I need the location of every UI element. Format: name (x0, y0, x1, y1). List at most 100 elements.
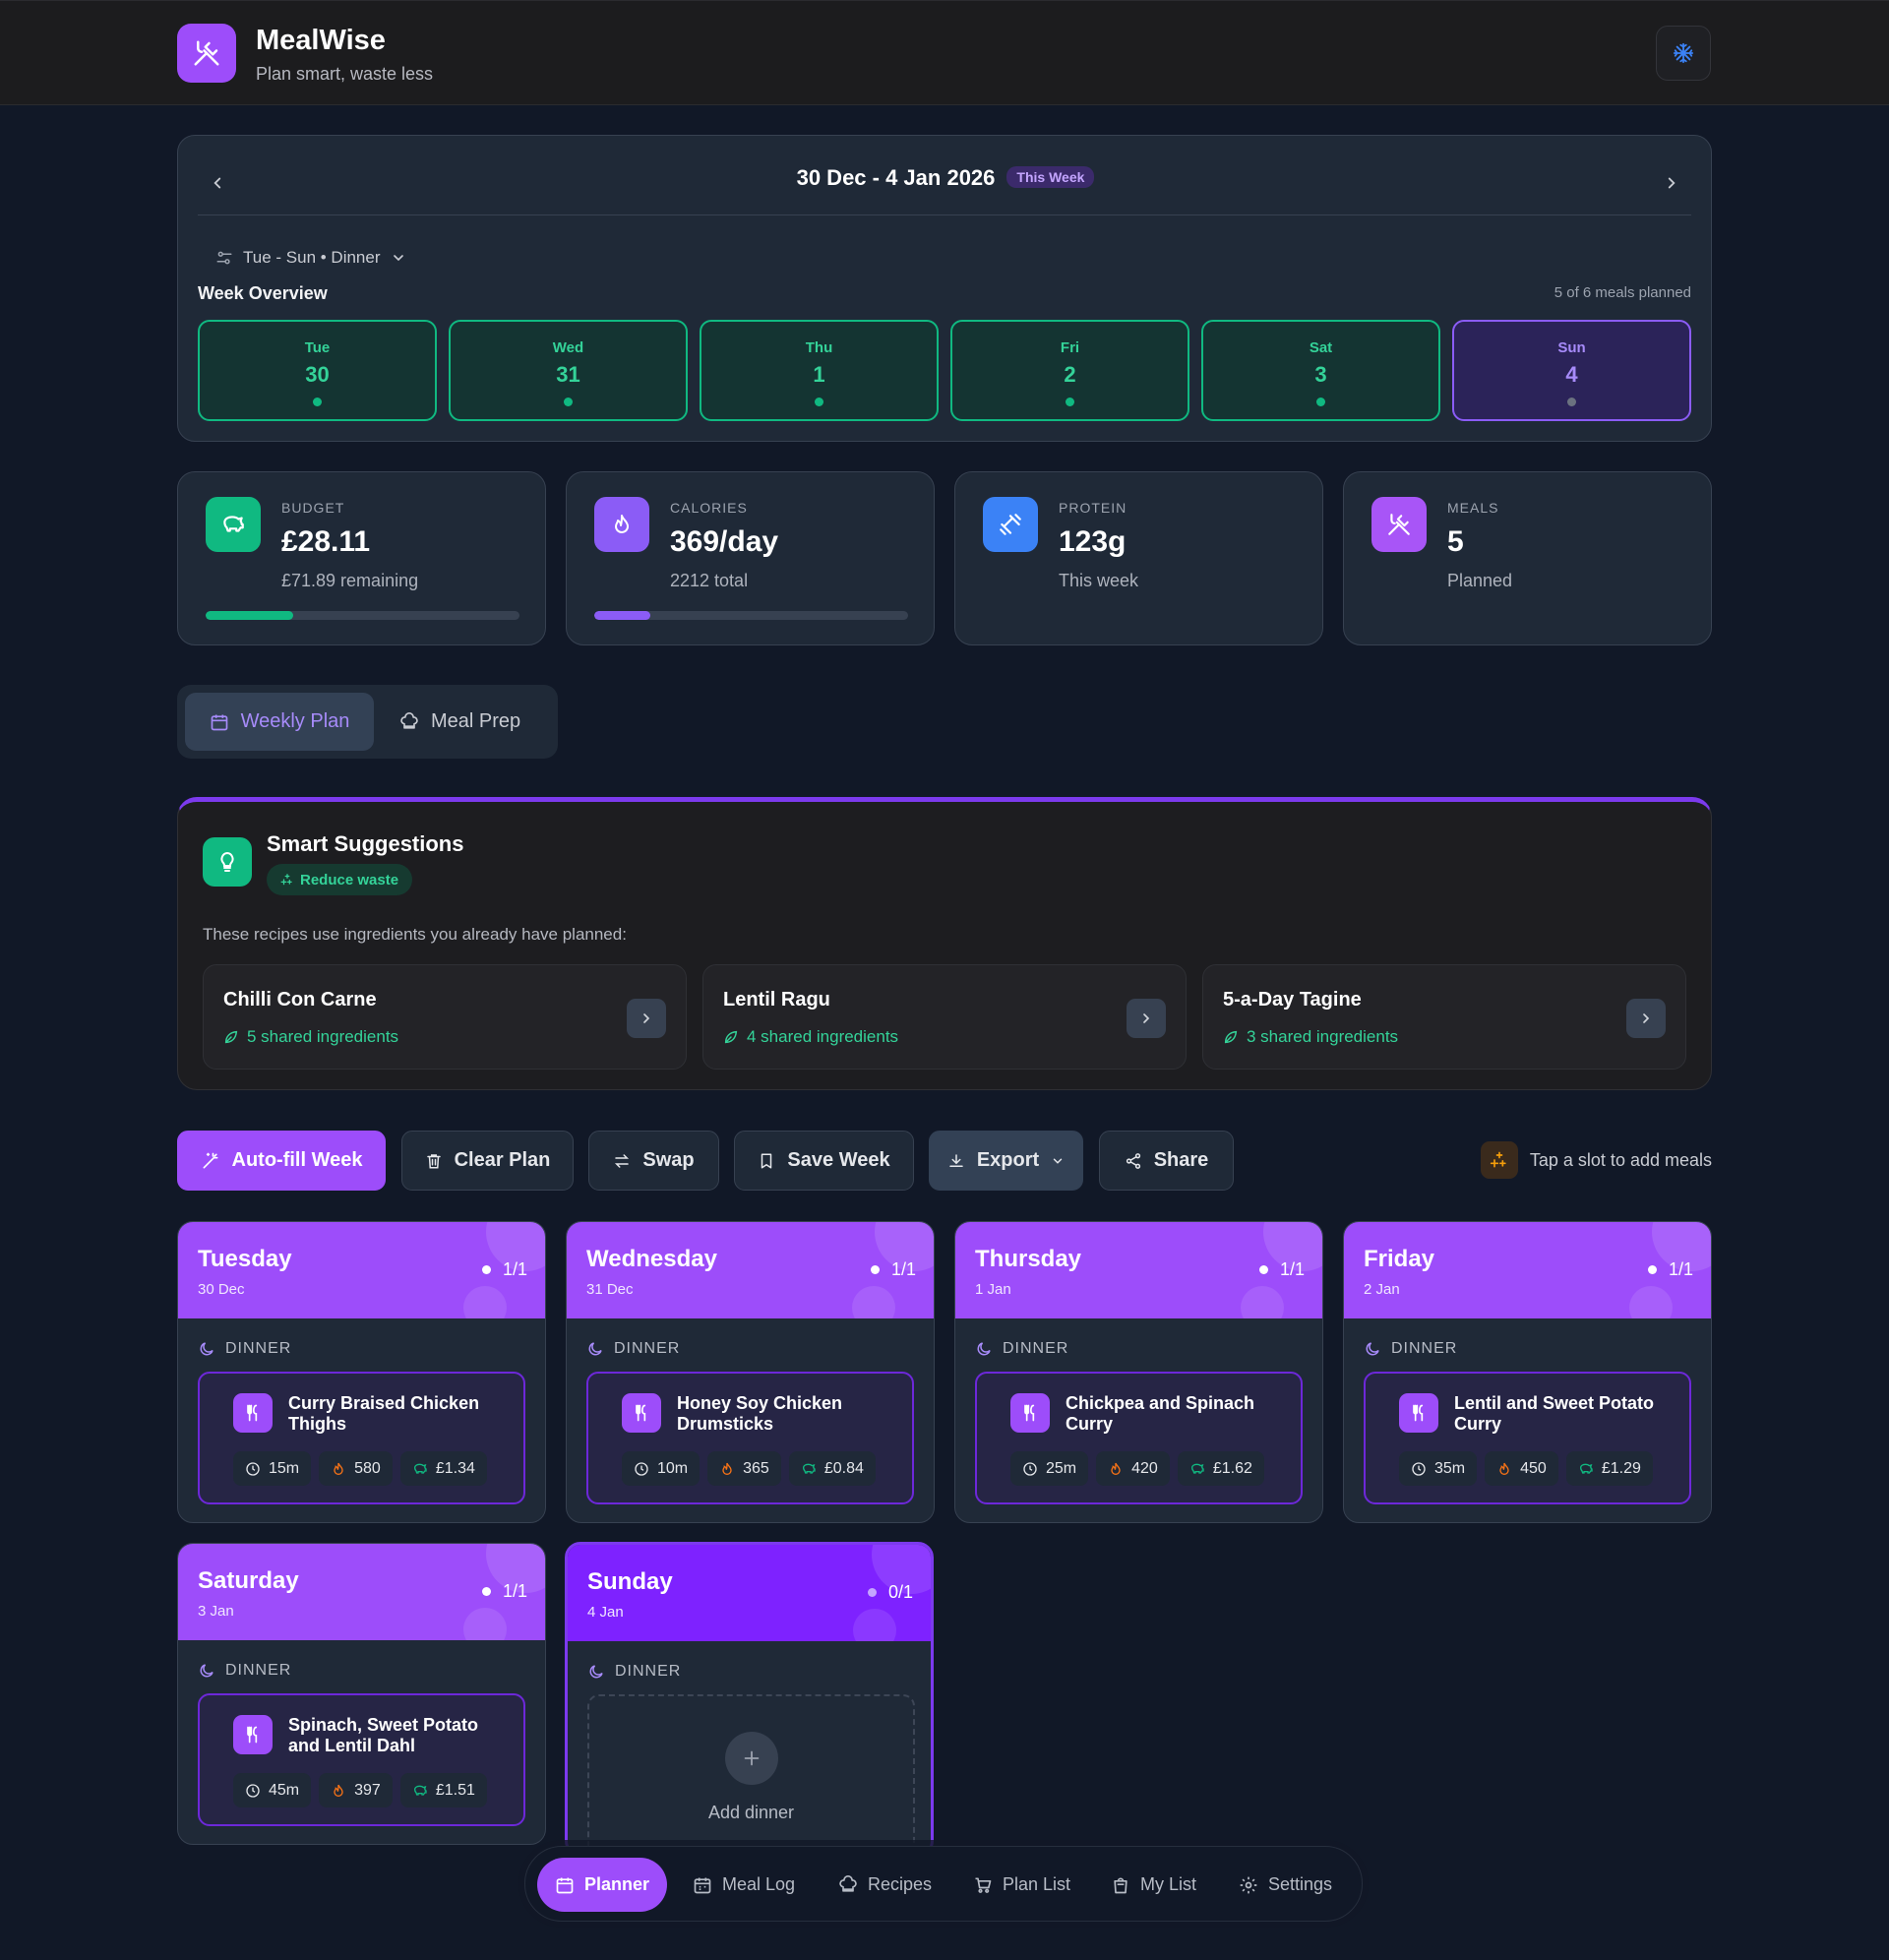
piggy-bank-icon (412, 1783, 428, 1799)
meal-card[interactable]: Spinach, Sweet Potato and Lentil Dahl 45… (198, 1693, 525, 1826)
suggestion-card[interactable]: 5-a-Day Tagine 3 shared ingredients (1202, 964, 1686, 1070)
piggy-bank-icon (1578, 1461, 1594, 1477)
nav-recipes[interactable]: Recipes (838, 1858, 932, 1912)
bookmark-icon (758, 1152, 775, 1170)
leaf-icon (723, 1029, 739, 1045)
cost-chip: £1.62 (1177, 1451, 1264, 1486)
meal-card[interactable]: Honey Soy Chicken Drumsticks 10m 365 £0.… (586, 1372, 914, 1504)
piggy-bank-icon (412, 1461, 428, 1477)
calendar-icon (210, 712, 229, 732)
stat-sub: £71.89 remaining (281, 571, 419, 590)
download-icon (947, 1152, 965, 1170)
day-meal-filter[interactable]: Tue - Sun • Dinner (215, 248, 406, 268)
next-week-button[interactable] (1656, 167, 1687, 199)
hint-text: Tap a slot to add meals (1480, 1141, 1712, 1179)
day-pill-sat[interactable]: Sat 3 (1201, 320, 1440, 421)
chevron-right-icon (1663, 174, 1680, 192)
plus-icon (724, 1732, 778, 1785)
meal-title: Chickpea and Spinach Curry (1066, 1393, 1255, 1434)
meal-card[interactable]: Chickpea and Spinach Curry 25m 420 £1.62 (975, 1372, 1303, 1504)
week-range: 30 Dec - 4 Jan 2026 (796, 165, 996, 190)
meal-title: Lentil and Sweet Potato Curry (1454, 1393, 1655, 1434)
open-recipe-button[interactable] (627, 999, 666, 1038)
day-pill-fri[interactable]: Fri 2 (950, 320, 1189, 421)
flame-icon (1108, 1461, 1124, 1477)
suggestion-card[interactable]: Lentil Ragu 4 shared ingredients (702, 964, 1187, 1070)
swap-button[interactable]: Swap (588, 1131, 719, 1191)
piggy-bank-icon (206, 497, 261, 552)
recipe-name: Lentil Ragu (723, 989, 830, 1011)
meal-slot-label: DINNER (586, 1340, 680, 1358)
day-pill-wed[interactable]: Wed 31 (449, 320, 688, 421)
day-name: Tue (304, 339, 331, 356)
day-card-header: Friday 2 Jan 1/1 (1344, 1222, 1711, 1318)
flame-icon (719, 1461, 735, 1477)
button-label: Clear Plan (454, 1149, 551, 1171)
button-label: Swap (642, 1149, 695, 1171)
dumbbell-icon (983, 497, 1038, 552)
day-date: 4 Jan (587, 1604, 624, 1621)
theme-toggle-button[interactable] (1656, 26, 1711, 81)
day-pill-tue[interactable]: Tue 30 (198, 320, 437, 421)
app-header: MealWise Plan smart, waste less (0, 0, 1889, 105)
chef-hat-icon (399, 711, 419, 732)
week-overview-label: Week Overview (198, 283, 328, 303)
day-date: 30 (305, 362, 330, 387)
open-recipe-button[interactable] (1626, 999, 1666, 1038)
status-dot (564, 398, 573, 406)
day-name: Tuesday (198, 1246, 292, 1272)
nav-planner[interactable]: Planner (537, 1858, 667, 1912)
share-button[interactable]: Share (1099, 1131, 1234, 1191)
suggestion-card[interactable]: Chilli Con Carne 5 shared ingredients (203, 964, 687, 1070)
nav-plan-list[interactable]: Plan List (973, 1858, 1070, 1912)
day-card-friday: Friday 2 Jan 1/1 DINNER Lentil and Sweet… (1343, 1221, 1712, 1523)
nav-my-list[interactable]: My List (1111, 1858, 1196, 1912)
clear-plan-button[interactable]: Clear Plan (401, 1131, 574, 1191)
day-progress: 1/1 (1647, 1259, 1693, 1280)
tab-meal-prep[interactable]: Meal Prep (399, 693, 547, 751)
calories-chip: 420 (1096, 1451, 1170, 1486)
budget-card: BUDGET £28.11 £71.89 remaining (177, 471, 546, 645)
add-dinner-slot[interactable]: Add dinner (587, 1694, 915, 1854)
stat-sub: This week (1059, 571, 1139, 590)
day-pill-sun[interactable]: Sun 4 (1452, 320, 1691, 421)
progress-dot (1258, 1265, 1268, 1274)
smart-suggestions-panel: Smart Suggestions Reduce waste These rec… (177, 797, 1712, 1090)
nav-settings[interactable]: Settings (1239, 1858, 1332, 1912)
day-progress: 1/1 (481, 1581, 527, 1602)
day-card-sunday: Sunday 4 Jan 0/1 DINNER Add dinner (565, 1542, 934, 1857)
flame-icon (331, 1461, 346, 1477)
day-name: Sunday (587, 1568, 673, 1595)
calories-chip: 450 (1485, 1451, 1558, 1486)
badge-label: Reduce waste (300, 871, 399, 888)
progress-dot (870, 1265, 880, 1274)
day-name: Sat (1309, 339, 1333, 356)
stat-value: £28.11 (281, 525, 371, 558)
prep-time-chip: 45m (233, 1773, 312, 1807)
open-recipe-button[interactable] (1127, 999, 1166, 1038)
tab-weekly-plan[interactable]: Weekly Plan (185, 693, 374, 751)
meal-card[interactable]: Lentil and Sweet Potato Curry 35m 450 £1… (1364, 1372, 1691, 1504)
export-dropdown[interactable]: Export (929, 1131, 1083, 1191)
day-card-tuesday: Tuesday 30 Dec 1/1 DINNER Curry Braised … (177, 1221, 546, 1523)
reduce-waste-badge: Reduce waste (267, 864, 413, 895)
clock-icon (634, 1461, 649, 1477)
status-dot (313, 398, 322, 406)
nav-meal-log[interactable]: Meal Log (693, 1858, 795, 1912)
this-week-badge: This Week (1006, 166, 1095, 188)
day-pill-thu[interactable]: Thu 1 (700, 320, 939, 421)
chevron-right-icon (639, 1011, 654, 1026)
chevron-down-icon (391, 250, 406, 266)
auto-fill-week-button[interactable]: Auto-fill Week (177, 1131, 386, 1191)
prep-time-chip: 35m (1399, 1451, 1478, 1486)
progress-dot (1647, 1265, 1657, 1274)
suggestions-description: These recipes use ingredients you alread… (203, 925, 627, 944)
meal-title: Spinach, Sweet Potato and Lentil Dahl (288, 1715, 479, 1755)
day-card-saturday: Saturday 3 Jan 1/1 DINNER Spinach, Sweet… (177, 1543, 546, 1845)
tab-label: Weekly Plan (240, 710, 350, 732)
piggy-bank-icon (1189, 1461, 1205, 1477)
meal-card[interactable]: Curry Braised Chicken Thighs 15m 580 £1.… (198, 1372, 525, 1504)
save-week-button[interactable]: Save Week (734, 1131, 914, 1191)
prep-time-chip: 10m (622, 1451, 701, 1486)
week-range-title: 30 Dec - 4 Jan 2026 This Week (178, 165, 1713, 191)
